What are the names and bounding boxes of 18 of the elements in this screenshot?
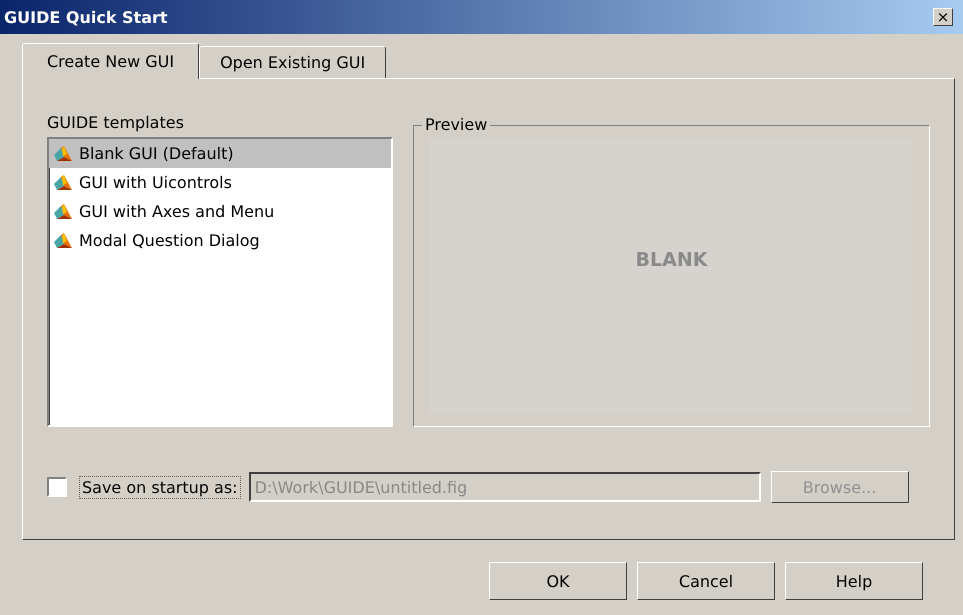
- list-item[interactable]: Modal Question Dialog: [49, 226, 391, 255]
- window-title: GUIDE Quick Start: [4, 8, 168, 26]
- list-item[interactable]: Blank GUI (Default): [49, 139, 391, 168]
- list-item[interactable]: GUI with Uicontrols: [49, 168, 391, 197]
- list-label: GUIDE templates: [47, 112, 185, 134]
- peak-surface-icon: [53, 174, 73, 192]
- dialog-button[interactable]: Help: [785, 562, 923, 600]
- close-button[interactable]: ×: [933, 8, 953, 26]
- peak-surface-icon: [53, 144, 73, 162]
- dialog-button[interactable]: OK: [489, 562, 627, 600]
- dialog-button[interactable]: Cancel: [637, 562, 775, 600]
- tab[interactable]: Create New GUI: [22, 43, 200, 79]
- checkbox-label: Save on startup as:: [79, 476, 241, 498]
- tab[interactable]: Open Existing GUI: [199, 46, 386, 78]
- list-item[interactable]: GUI with Axes and Menu: [49, 197, 391, 226]
- peak-surface-icon: [53, 202, 73, 220]
- peak-surface-icon: [53, 232, 73, 250]
- preview-text: BLANK: [636, 249, 708, 271]
